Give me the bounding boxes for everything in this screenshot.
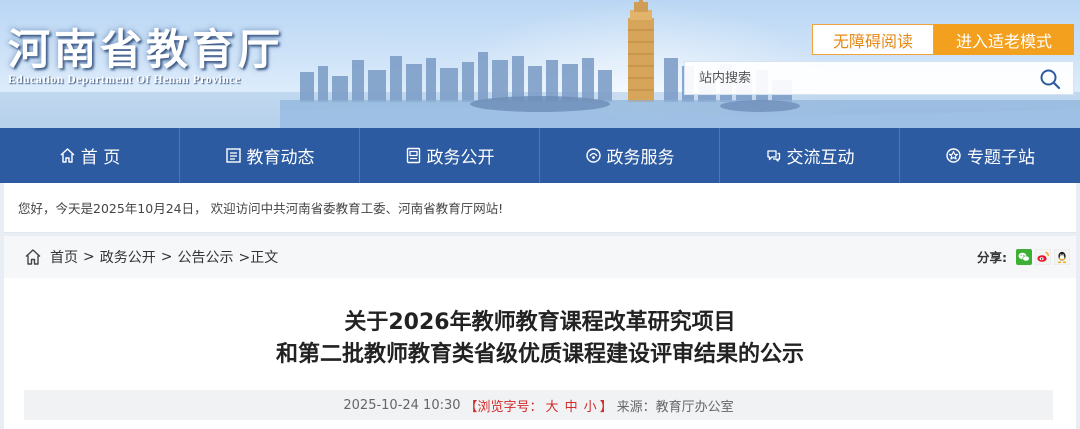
article-title-line1: 关于2026年教师教育课程改革研究项目 bbox=[344, 310, 736, 335]
interaction-icon bbox=[765, 147, 782, 164]
font-size-control: 【浏览字号：大中小】 bbox=[465, 396, 613, 415]
topic-icon bbox=[945, 147, 962, 164]
font-size-small-button[interactable]: 小 bbox=[584, 400, 597, 415]
tower-illustration bbox=[628, 0, 654, 102]
article-datetime: 2025-10-24 10:30 bbox=[343, 397, 461, 413]
nav-label: 交流互动 bbox=[786, 148, 855, 168]
article-source: 来源：教育厅办公室 bbox=[616, 399, 734, 415]
article-title-line2: 和第二批教师教育类省级优质课程建设评审结果的公示 bbox=[275, 342, 804, 367]
main-nav: 首 页 教育动态 政务公开 政务服务 交流互动 专题子站 bbox=[0, 128, 1080, 183]
article-title: 关于2026年教师教育课程改革研究项目 和第二批教师教育类省级优质课程建设评审结… bbox=[4, 307, 1076, 371]
nav-label: 专题子站 bbox=[967, 148, 1035, 168]
welcome-banner: 您好，今天是2025年10月24日， 欢迎访问中共河南省委教育工委、河南省教育厅… bbox=[4, 183, 1076, 233]
nav-item-home[interactable]: 首 页 bbox=[0, 128, 180, 183]
breadcrumb: 首页 > 政务公开 > 公告公示 >正文 分享: bbox=[4, 236, 1076, 278]
elder-mode-button[interactable]: 进入适老模式 bbox=[934, 24, 1074, 55]
breadcrumb-separator: > bbox=[160, 249, 173, 265]
site-logo-subtitle: Education Department Of Henan Province bbox=[8, 74, 241, 86]
breadcrumb-current: >正文 bbox=[238, 250, 279, 266]
nav-label: 首 页 bbox=[80, 148, 121, 168]
article-card: 关于2026年教师教育课程改革研究项目 和第二批教师教育类省级优质课程建设评审结… bbox=[4, 278, 1076, 429]
nav-item-government-services[interactable]: 政务服务 bbox=[540, 128, 720, 183]
nav-label: 政务公开 bbox=[426, 148, 495, 168]
qq-icon[interactable] bbox=[1054, 248, 1070, 265]
font-size-prefix: 【浏览字号： bbox=[464, 399, 543, 415]
news-icon bbox=[225, 147, 242, 164]
search-box bbox=[684, 61, 1074, 95]
site-logo-title[interactable]: 河南省教育厅 bbox=[8, 16, 284, 77]
breadcrumb-home[interactable]: 首页 bbox=[50, 247, 78, 267]
accessible-reading-button[interactable]: 无障碍阅读 bbox=[812, 24, 934, 55]
share-label: 分享: bbox=[977, 250, 1007, 265]
share-bar: 分享: bbox=[977, 247, 1070, 266]
nav-item-topic-subsites[interactable]: 专题子站 bbox=[900, 128, 1080, 183]
nav-item-government-affairs[interactable]: 政务公开 bbox=[360, 128, 540, 183]
article-meta-bar: 2025-10-24 10:30 【浏览字号：大中小】 来源：教育厅办公室 bbox=[24, 390, 1053, 420]
nav-label: 政务服务 bbox=[606, 148, 675, 168]
weibo-icon[interactable] bbox=[1035, 248, 1051, 265]
breadcrumb-announcements[interactable]: 公告公示 bbox=[177, 247, 233, 267]
site-header: 河南省教育厅 Education Department Of Henan Pro… bbox=[0, 0, 1080, 128]
font-size-medium-button[interactable]: 中 bbox=[565, 400, 578, 415]
nav-item-education-news[interactable]: 教育动态 bbox=[180, 128, 360, 183]
home-icon bbox=[59, 147, 76, 164]
welcome-text: 您好，今天是2025年10月24日， 欢迎访问中共河南省委教育工委、河南省教育厅… bbox=[18, 201, 504, 216]
home-icon[interactable] bbox=[24, 248, 42, 266]
wechat-icon[interactable] bbox=[1016, 248, 1032, 265]
breadcrumb-separator: > bbox=[83, 249, 95, 265]
search-input[interactable] bbox=[685, 62, 1025, 94]
nav-label: 教育动态 bbox=[246, 148, 315, 168]
breadcrumb-government-affairs[interactable]: 政务公开 bbox=[100, 247, 156, 267]
nav-item-interaction[interactable]: 交流互动 bbox=[720, 128, 900, 183]
document-icon bbox=[405, 147, 422, 164]
font-size-large-button[interactable]: 大 bbox=[546, 400, 559, 415]
service-icon bbox=[585, 147, 602, 164]
font-size-suffix: 】 bbox=[599, 399, 613, 415]
search-icon[interactable] bbox=[1039, 68, 1061, 90]
